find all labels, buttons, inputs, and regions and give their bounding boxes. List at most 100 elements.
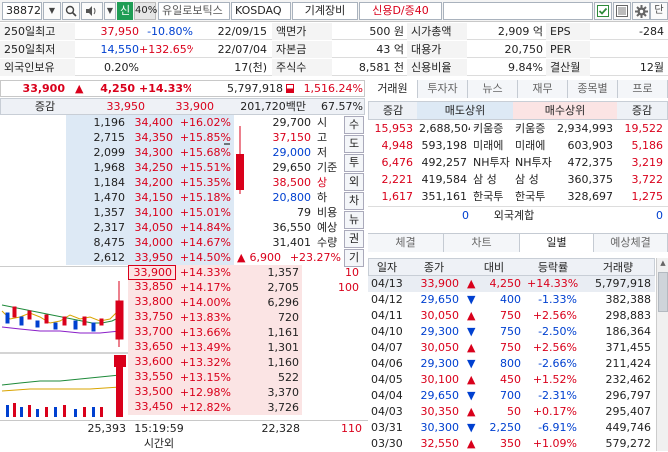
ask-price[interactable]: 34,050 xyxy=(128,220,176,235)
speaker-icon[interactable] xyxy=(81,2,103,20)
ask-qty: 1,357 xyxy=(66,205,128,220)
side-button[interactable]: 뉴 xyxy=(344,211,364,229)
side-info-value: 37,150 xyxy=(272,131,312,144)
daily-rate: -2.50% xyxy=(538,325,577,338)
tab-daily[interactable]: 일별 xyxy=(520,234,594,252)
daily-volume: 371,455 xyxy=(605,341,652,354)
side-info-value: 20,800 xyxy=(272,191,312,204)
bookmark-icon[interactable] xyxy=(613,2,631,20)
ask-qty: 1,184 xyxy=(66,175,128,190)
tab-by-stock[interactable]: 종목별 xyxy=(568,80,618,98)
stock-name-field[interactable]: 유일로보틱스 xyxy=(158,2,230,20)
daily-row[interactable]: 03/31 30,300 ▼ 2,250 -6.91% 449,746 xyxy=(368,420,655,436)
broker-cell: 4,948 xyxy=(381,139,414,152)
bid-price[interactable]: 33,850 xyxy=(128,280,176,295)
ask-price[interactable]: 34,100 xyxy=(128,205,176,220)
margin-rate-badge: 40% xyxy=(134,2,157,20)
broker-cell[interactable]: 삼 성 xyxy=(512,171,554,188)
tab-program[interactable]: 프로 xyxy=(618,80,668,98)
broker-row: 1,617 351,161 한국투 한국투 328,697 1,275 xyxy=(368,188,668,205)
daily-row[interactable]: 04/03 30,350 ▲ 50 +0.17% 295,407 xyxy=(368,404,655,420)
side-button[interactable]: 권 xyxy=(344,230,364,248)
bid-price[interactable]: 33,500 xyxy=(128,385,176,400)
daily-change: 400 xyxy=(500,293,521,306)
bid-price[interactable]: 33,450 xyxy=(128,400,176,415)
daily-row[interactable]: 04/06 29,300 ▼ 800 -2.66% 211,424 xyxy=(368,356,655,372)
ask-price[interactable]: 34,000 xyxy=(128,235,176,250)
dan-button[interactable]: 단 xyxy=(650,2,668,20)
broker-cell[interactable]: NH투자 xyxy=(470,154,512,171)
broker-table: 15,953 2,688,504 키움증 키움증 2,934,993 19,522 4,94… xyxy=(368,120,668,224)
side-button[interactable]: 기 xyxy=(344,249,364,267)
bid-price[interactable]: 33,650 xyxy=(128,340,176,355)
tab-investor[interactable]: 투자자 xyxy=(418,80,468,98)
bid-price[interactable]: 33,700 xyxy=(128,325,176,340)
daily-row[interactable]: 04/12 29,650 ▼ 400 -1.33% 382,388 xyxy=(368,292,655,308)
code-dropdown-icon[interactable]: ▼ xyxy=(43,2,61,20)
checkbox-icon[interactable] xyxy=(594,2,612,20)
ask-price[interactable]: 34,150 xyxy=(128,190,176,205)
ask-row: 2,715 34,350 +15.85% 37,150 고 xyxy=(0,130,368,145)
daily-change: 2,250 xyxy=(489,421,522,434)
daily-row[interactable]: 04/07 30,050 ▲ 750 +2.56% 371,455 xyxy=(368,340,655,356)
bid-change xyxy=(302,400,362,415)
mini-chart-svg xyxy=(0,281,128,417)
broker-cell[interactable]: 한국투 xyxy=(470,188,512,205)
broker-cell[interactable]: NH투자 xyxy=(512,154,554,171)
daily-row[interactable]: 04/04 29,650 ▼ 700 -2.31% 296,797 xyxy=(368,388,655,404)
daily-rate: -1.33% xyxy=(538,293,577,306)
bid-price[interactable]: 33,600 xyxy=(128,355,176,370)
side-button[interactable]: 외 xyxy=(344,173,364,191)
bid-price[interactable]: 33,750 xyxy=(128,310,176,325)
value-shares: 8,581 천 xyxy=(358,61,404,74)
daily-row[interactable]: 04/11 30,050 ▲ 750 +2.56% 298,883 xyxy=(368,308,655,324)
scroll-thumb[interactable] xyxy=(658,272,668,312)
tab-finance[interactable]: 재무 xyxy=(518,80,568,98)
broker-cell[interactable]: 키움증 xyxy=(470,120,512,137)
broker-cell[interactable]: 키움증 xyxy=(512,120,554,137)
daily-date: 04/11 xyxy=(371,309,403,322)
ask-qty: 2,612 xyxy=(66,250,128,265)
ask-price[interactable]: 34,250 xyxy=(128,160,176,175)
bid-price[interactable]: 33,900 xyxy=(128,265,176,280)
after-hours-label[interactable]: 시간외 xyxy=(130,436,188,452)
bid-price[interactable]: 33,550 xyxy=(128,370,176,385)
tab-broker[interactable]: 거래원 xyxy=(368,80,418,98)
side-button[interactable]: 투 xyxy=(344,154,364,172)
value-250-high: 37,950 xyxy=(100,25,140,38)
side-button[interactable]: 도 xyxy=(344,135,364,153)
daily-date: 04/10 xyxy=(371,325,403,338)
daily-row[interactable]: 04/05 30,100 ▲ 450 +1.52% 232,462 xyxy=(368,372,655,388)
search-icon[interactable] xyxy=(62,2,80,20)
side-info-value: 31,401 xyxy=(272,236,312,249)
ask-qty: 1,196 xyxy=(66,115,128,130)
daily-change: 750 xyxy=(500,341,521,354)
ask-price[interactable]: 34,200 xyxy=(128,175,176,190)
broker-cell[interactable]: 삼 성 xyxy=(470,171,512,188)
bid-price[interactable]: 33,800 xyxy=(128,295,176,310)
tab-expected-trades[interactable]: 예상체결 xyxy=(594,234,668,252)
scroll-up-icon[interactable]: ▲ xyxy=(658,259,668,269)
daily-row[interactable]: 04/13 33,900 ▲ 4,250 +14.33% 5,797,918 xyxy=(368,276,655,292)
daily-row[interactable]: 03/30 32,550 ▲ 350 +1.09% 579,272 xyxy=(368,436,655,452)
tab-chart[interactable]: 차트 xyxy=(444,234,520,252)
daily-scrollbar[interactable]: ▲ xyxy=(656,258,668,451)
broker-row: 15,953 2,688,504 키움증 키움증 2,934,993 19,522 xyxy=(368,120,668,137)
ask-price[interactable]: 34,350 xyxy=(128,130,176,145)
ask-price[interactable]: 34,300 xyxy=(128,145,176,160)
daily-change: 350 xyxy=(500,437,521,450)
tab-trades[interactable]: 체결 xyxy=(368,234,444,252)
tab-news[interactable]: 뉴스 xyxy=(468,80,518,98)
ask-price[interactable]: 33,950 xyxy=(128,250,176,265)
daily-row[interactable]: 04/10 29,300 ▼ 750 -2.50% 186,364 xyxy=(368,324,655,340)
gear-icon[interactable] xyxy=(632,2,650,20)
side-button[interactable]: 수 xyxy=(344,116,364,134)
broker-cell[interactable]: 미래에 xyxy=(470,137,512,154)
broker-cell[interactable]: 미래에 xyxy=(512,137,554,154)
broker-cell[interactable]: 한국투 xyxy=(512,188,554,205)
broker-cell: 15,953 xyxy=(374,122,414,135)
ask-price[interactable]: 34,400 xyxy=(128,115,176,130)
side-button[interactable]: 차 xyxy=(344,192,364,210)
stock-code-input[interactable]: 388720 xyxy=(2,2,42,20)
speaker-dropdown-icon[interactable]: ▼ xyxy=(104,2,116,20)
